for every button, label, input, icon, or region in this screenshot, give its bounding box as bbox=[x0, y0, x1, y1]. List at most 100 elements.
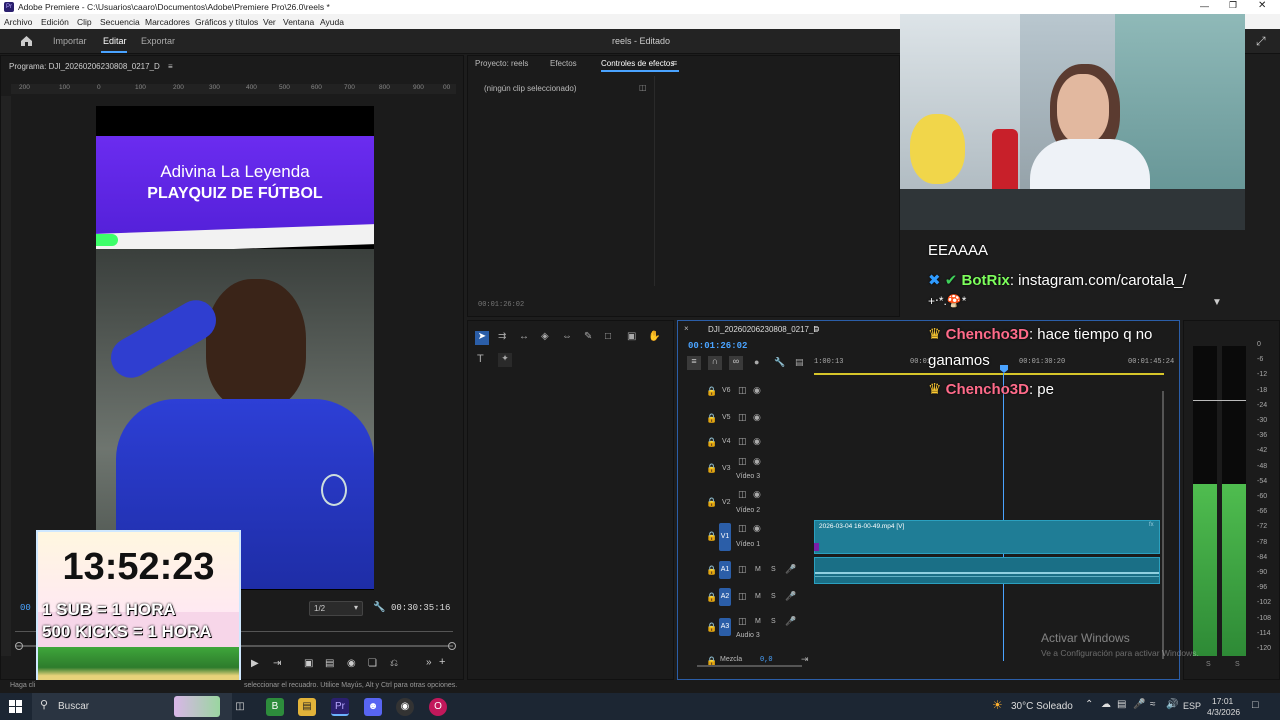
b-app-icon[interactable]: B bbox=[266, 698, 284, 716]
nav-exportar[interactable]: Exportar bbox=[141, 36, 175, 46]
playhead-line[interactable] bbox=[1003, 373, 1004, 661]
lock-icon[interactable]: 🔒 bbox=[706, 592, 717, 603]
zoom-handle-right[interactable] bbox=[448, 642, 456, 650]
sequence-name[interactable]: DJI_20260206230808_0217_D bbox=[708, 325, 819, 334]
tab-proyecto[interactable]: Proyecto: reels bbox=[475, 59, 528, 68]
razor-tool-icon[interactable]: ◈ bbox=[541, 331, 549, 342]
extract-icon[interactable]: ▤ bbox=[325, 658, 334, 669]
sync-lock-icon[interactable]: ◫ bbox=[738, 523, 747, 534]
sync-lock-icon[interactable]: ◫ bbox=[738, 564, 747, 575]
nest-icon[interactable]: ≡ bbox=[687, 356, 701, 370]
zoom-tool-icon[interactable]: ▣ bbox=[627, 331, 636, 342]
wrench-icon[interactable]: 🔧 bbox=[373, 602, 385, 613]
close-sequence-icon[interactable]: × bbox=[684, 324, 689, 333]
track-target-a1[interactable]: A1 bbox=[719, 561, 731, 579]
lock-icon[interactable]: 🔒 bbox=[706, 463, 717, 474]
eye-icon[interactable]: ◉ bbox=[753, 456, 761, 467]
windows-start-icon[interactable] bbox=[9, 700, 22, 713]
sync-lock-icon[interactable]: ◫ bbox=[738, 616, 747, 627]
sync-lock-icon[interactable]: ◫ bbox=[738, 489, 747, 500]
nav-importar[interactable]: Importar bbox=[53, 36, 87, 46]
lock-icon[interactable]: 🔒 bbox=[706, 386, 717, 397]
notifications-icon[interactable]: □ bbox=[1252, 699, 1259, 711]
timeline-horizontal-scrollbar[interactable] bbox=[697, 665, 802, 667]
timeline-vertical-scrollbar[interactable] bbox=[1162, 391, 1164, 659]
eye-icon[interactable]: ◉ bbox=[753, 412, 761, 423]
onedrive-icon[interactable]: ☁ bbox=[1101, 699, 1111, 710]
menu-marcadores[interactable]: Marcadores bbox=[145, 17, 190, 27]
solo-button[interactable]: S bbox=[771, 618, 776, 625]
type-tool-icon[interactable]: T bbox=[477, 353, 484, 365]
taskbar-search-box[interactable]: ⚲ Buscar bbox=[32, 693, 232, 720]
menu-ver[interactable]: Ver bbox=[263, 17, 276, 27]
video-clip[interactable]: 2026-03-04 16-00-49.mp4 [V] fx bbox=[814, 520, 1160, 554]
mute-button[interactable]: M bbox=[755, 593, 761, 600]
sync-lock-icon[interactable]: ◫ bbox=[738, 591, 747, 602]
zoom-handle-left[interactable] bbox=[15, 642, 23, 650]
panel-menu-icon[interactable]: ≡ bbox=[814, 324, 819, 334]
opera-icon[interactable]: O bbox=[429, 698, 447, 716]
more-controls-icon[interactable]: » bbox=[426, 657, 432, 668]
filter-icon[interactable]: ▼ bbox=[1212, 297, 1222, 308]
timeline-settings-icon[interactable]: 🔧 bbox=[774, 357, 785, 368]
add-button-icon[interactable]: + bbox=[439, 656, 445, 668]
play-icon[interactable]: ▶ bbox=[251, 658, 259, 669]
sync-lock-icon[interactable]: ◫ bbox=[738, 385, 747, 396]
language-indicator[interactable]: ESP bbox=[1183, 701, 1201, 711]
tab-controles-efectos[interactable]: Controles de efectos bbox=[601, 59, 674, 68]
lift-icon[interactable]: ▣ bbox=[304, 658, 313, 669]
panel-menu-icon[interactable]: ≡ bbox=[672, 58, 677, 68]
obs-icon[interactable]: ◉ bbox=[396, 698, 414, 716]
menu-archivo[interactable]: Archivo bbox=[4, 17, 32, 27]
chevron-up-icon[interactable]: ⌃ bbox=[1085, 699, 1093, 710]
generative-tool-icon[interactable]: ✦ bbox=[498, 353, 512, 367]
lock-icon[interactable]: 🔒 bbox=[706, 531, 717, 542]
compare-icon[interactable]: ❏ bbox=[368, 658, 377, 669]
sync-lock-icon[interactable]: ◫ bbox=[738, 456, 747, 467]
weather-text[interactable]: 30°C Soleado bbox=[1011, 701, 1073, 712]
discord-icon[interactable]: ☻ bbox=[364, 698, 382, 716]
go-to-end-icon[interactable]: ⇥ bbox=[801, 654, 809, 665]
ripple-edit-tool-icon[interactable]: ↔ bbox=[519, 331, 529, 342]
close-icon[interactable]: ✕ bbox=[1258, 0, 1266, 11]
microphone-icon[interactable]: 🎤 bbox=[785, 616, 796, 627]
menu-edicion[interactable]: Edición bbox=[41, 17, 69, 27]
solo-button[interactable]: S bbox=[771, 566, 776, 573]
pen-tool-icon[interactable]: ✎ bbox=[584, 331, 592, 342]
captions-icon[interactable]: ▤ bbox=[795, 357, 804, 368]
sync-lock-icon[interactable]: ◫ bbox=[738, 412, 747, 423]
lock-icon[interactable]: 🔒 bbox=[706, 622, 717, 633]
menu-secuencia[interactable]: Secuencia bbox=[100, 17, 140, 27]
hand-tool-icon[interactable]: ✋ bbox=[648, 331, 660, 342]
zoom-select[interactable]: 1/2 ▾ bbox=[309, 601, 363, 616]
panel-menu-icon[interactable]: ≡ bbox=[168, 62, 173, 71]
volume-icon[interactable]: 🔊 bbox=[1166, 699, 1178, 710]
menu-graficos[interactable]: Gráficos y títulos bbox=[195, 17, 258, 27]
mute-button[interactable]: M bbox=[755, 566, 761, 573]
menu-ventana[interactable]: Ventana bbox=[283, 17, 314, 27]
minimize-icon[interactable]: — bbox=[1200, 1, 1209, 11]
lock-icon[interactable]: 🔒 bbox=[706, 413, 717, 424]
selection-tool-icon[interactable]: ➤ bbox=[475, 331, 489, 345]
panel-toggle-icon[interactable]: ◫ bbox=[639, 83, 647, 92]
work-area-bar[interactable] bbox=[814, 373, 1164, 375]
lock-icon[interactable]: 🔒 bbox=[706, 497, 717, 508]
track-select-tool-icon[interactable]: ⇉ bbox=[498, 331, 506, 342]
solo-button[interactable]: S bbox=[771, 593, 776, 600]
restore-icon[interactable]: ❐ bbox=[1229, 0, 1237, 11]
slip-tool-icon[interactable]: ⇔ bbox=[562, 331, 572, 342]
lock-icon[interactable]: 🔒 bbox=[706, 565, 717, 576]
mute-button[interactable]: M bbox=[755, 618, 761, 625]
sync-lock-icon[interactable]: ◫ bbox=[738, 436, 747, 447]
vr-icon[interactable]: ⎌ bbox=[390, 658, 398, 669]
track-target-v1[interactable]: V1 bbox=[719, 523, 731, 551]
eye-icon[interactable]: ◉ bbox=[753, 385, 761, 396]
nav-editar[interactable]: Editar bbox=[103, 36, 127, 46]
solo-left-button[interactable]: S bbox=[1206, 661, 1211, 668]
eye-icon[interactable]: ◉ bbox=[753, 523, 761, 534]
home-icon[interactable] bbox=[20, 35, 33, 47]
audio-clip[interactable] bbox=[814, 557, 1160, 584]
premiere-taskbar-icon[interactable]: Pr bbox=[331, 698, 349, 716]
file-explorer-icon[interactable]: ▤ bbox=[298, 698, 316, 716]
microphone-icon[interactable]: 🎤 bbox=[785, 564, 796, 575]
